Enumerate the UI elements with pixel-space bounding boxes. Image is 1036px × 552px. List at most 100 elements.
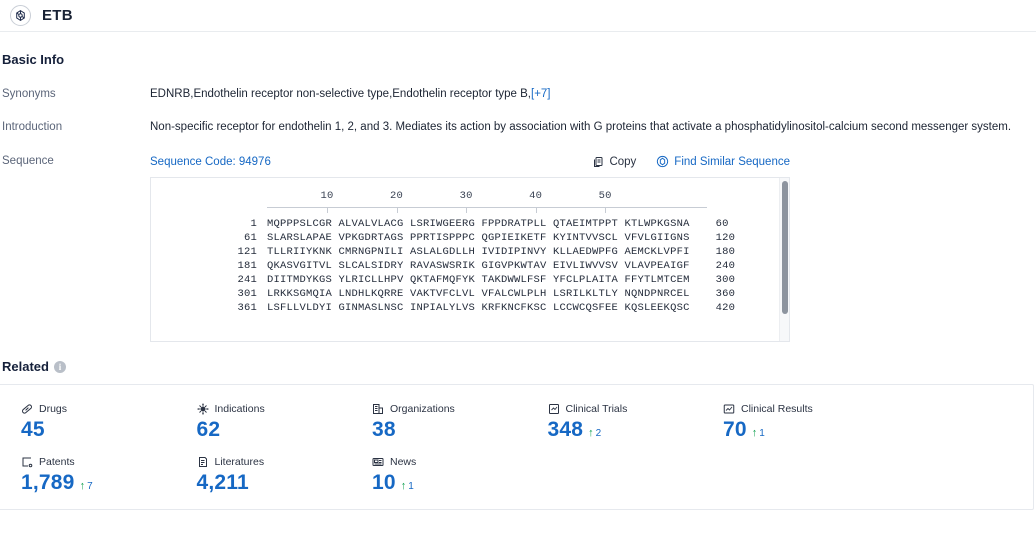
card-value-line: 38 — [372, 418, 526, 442]
card-label: Clinical Results — [741, 403, 813, 415]
synonyms-value: EDNRB,Endothelin receptor non-selective … — [150, 88, 1036, 100]
related-cards: Drugs 45 Indications 62 Organizations 38 Clini… — [0, 384, 1034, 510]
related-card-clinical-trials[interactable]: Clinical Trials 348 ↑ 2 — [526, 397, 702, 450]
sequence-row-start: 61 — [243, 232, 257, 244]
ruler-tick-mark — [327, 208, 329, 213]
row-synonyms: Synonyms EDNRB,Endothelin receptor non-s… — [0, 88, 1036, 100]
find-similar-sequence-label: Find Similar Sequence — [674, 155, 790, 168]
related-card-news[interactable]: News 10 ↑ 1 — [350, 450, 526, 503]
sequence-scrollbar-thumb[interactable] — [782, 181, 788, 314]
ruler-tick-label: 40 — [529, 190, 543, 202]
card-head: Clinical Trials — [548, 403, 702, 415]
related-card-patents[interactable]: Patents 1,789 ↑ 7 — [0, 450, 175, 503]
sequence-row-end: 60 — [715, 218, 729, 230]
ruler-tick-label: 10 — [320, 190, 334, 202]
delta-value: 7 — [87, 481, 93, 492]
sequence-row-start: 301 — [237, 288, 257, 300]
card-value: 45 — [21, 418, 45, 441]
sequence-row-start: 241 — [237, 274, 257, 286]
related-card-indications[interactable]: Indications 62 — [175, 397, 351, 450]
find-similar-sequence-button[interactable]: Find Similar Sequence — [656, 155, 790, 168]
related-heading-text: Related — [2, 359, 49, 374]
sequence-row-end: 120 — [715, 232, 736, 244]
sequence-row-end: 240 — [715, 260, 736, 272]
page-title: ETB — [42, 7, 73, 24]
news-icon — [372, 456, 384, 468]
row-sequence: Sequence Sequence Code: 94976 Copy Find … — [0, 155, 1036, 342]
sequence-row-residues: QKASVGITVL SLCALSIDRY RAVASWSRIK GIGVPKW… — [267, 260, 690, 272]
sequence-row-end: 180 — [715, 246, 736, 258]
delta-up-arrow-icon: ↑ — [588, 427, 594, 439]
card-label: Indications — [214, 403, 265, 415]
pill-icon — [21, 403, 33, 415]
card-label: Clinical Trials — [565, 403, 628, 415]
sequence-code: Sequence Code: 94976 — [150, 155, 271, 168]
sequence-row-residues: TLLRIIYKNK CMRNGPNILI ASLALGDLLH IVIDIPI… — [267, 246, 690, 258]
ruler-tick-mark — [535, 208, 537, 213]
related-heading: Related i — [0, 342, 1036, 374]
clinical-result-icon — [723, 403, 735, 415]
sequence-actions: Copy Find Similar Sequence — [592, 155, 790, 168]
target-crosshair-icon — [10, 5, 31, 26]
copy-button[interactable]: Copy — [592, 156, 636, 168]
ruler-tick-mark — [605, 208, 607, 213]
copy-label: Copy — [609, 155, 637, 168]
related-card-drugs[interactable]: Drugs 45 — [0, 397, 175, 450]
introduction-value: Non-specific receptor for endothelin 1, … — [150, 121, 1012, 133]
sequence-label: Sequence — [2, 155, 54, 167]
sequence-row: 181 QKASVGITVL SLCALSIDRY RAVASWSRIK GIGV… — [151, 260, 789, 272]
row-introduction: Introduction Non-specific receptor for e… — [0, 121, 1036, 133]
virus-icon — [196, 403, 209, 415]
sequence-rows: 1 MQPPPSLCGR ALVALVLACG LSRIWGEERG FPPDRA… — [151, 218, 789, 314]
ruler-tick-label: 50 — [598, 190, 612, 202]
sequence-row-start: 121 — [237, 246, 257, 258]
introduction-label: Introduction — [2, 121, 63, 133]
ruler-tick-label: 20 — [390, 190, 404, 202]
sequence-row: 121 TLLRIIYKNK CMRNGPNILI ASLALGDLLH IVID… — [151, 246, 789, 258]
card-label: Literatures — [214, 456, 265, 468]
ruler-tick-label: 30 — [459, 190, 473, 202]
card-head: Drugs — [21, 403, 175, 415]
copy-icon — [592, 156, 604, 168]
card-value-line: 70 ↑ 1 — [723, 418, 877, 442]
organization-icon — [372, 403, 384, 415]
card-head: News — [372, 456, 526, 468]
card-value: 1,789 — [21, 471, 75, 494]
related-card-literatures[interactable]: Literatures 4,211 — [175, 450, 351, 503]
sequence-toolbar: Sequence Code: 94976 Copy Find Similar S… — [150, 155, 790, 168]
card-value-line: 10 ↑ 1 — [372, 471, 526, 495]
ruler-tick-mark — [466, 208, 468, 213]
sequence-row: 241 DIITMDYKGS YLRICLLHPV QKTAFMQFYK TAKD… — [151, 274, 789, 286]
delta-up-arrow-icon: ↑ — [400, 480, 407, 492]
sequence-row-end: 300 — [715, 274, 736, 286]
delta-value: 2 — [595, 428, 602, 439]
card-value: 4,211 — [196, 471, 249, 494]
card-value: 38 — [372, 418, 396, 441]
find-similar-sequence-icon — [656, 155, 669, 168]
sequence-row-residues: SLARSLAPAE VPKGDRTAGS PPRTISPPPC QGPIEIK… — [267, 232, 690, 244]
card-value: 348 — [547, 418, 584, 441]
related-card-organizations[interactable]: Organizations 38 — [350, 397, 526, 450]
sequence-row: 61 SLARSLAPAE VPKGDRTAGS PPRTISPPPC QGPIE… — [151, 232, 789, 244]
synonyms-more-link[interactable]: [+7] — [531, 88, 551, 100]
card-label: Organizations — [390, 403, 455, 415]
card-value-line: 45 — [21, 418, 175, 442]
card-delta: ↑ 7 — [80, 481, 93, 493]
patent-icon — [21, 456, 33, 468]
card-head: Organizations — [372, 403, 526, 415]
sequence-row: 361 LSFLLVLDYI GINMASLNSC INPIALYLVS KRFK… — [151, 302, 789, 314]
card-value-line: 348 ↑ 2 — [548, 418, 702, 442]
card-label: News — [390, 456, 417, 468]
sequence-viewer[interactable]: 10 20 30 40 50 1 MQPPPSLCGR ALVALVLACG LSRIWG… — [150, 177, 790, 342]
app-header: ETB — [0, 0, 1036, 32]
sequence-row-start: 1 — [250, 218, 257, 230]
sequence-row-start: 361 — [237, 302, 257, 314]
related-card-clinical-results[interactable]: Clinical Results 70 ↑ 1 — [701, 397, 877, 450]
sequence-scrollbar-track[interactable] — [779, 178, 789, 341]
sequence-content: 10 20 30 40 50 1 MQPPPSLCGR ALVALVLACG LSRIWG… — [151, 178, 789, 314]
card-value: 10 — [372, 471, 396, 494]
sequence-row: 301 LRKKSGMQIA LNDHLKQRRE VAKTVFCLVL VFAL… — [151, 288, 789, 300]
sequence-row: 1 MQPPPSLCGR ALVALVLACG LSRIWGEERG FPPDRA… — [151, 218, 789, 230]
literature-icon — [197, 456, 209, 468]
info-icon[interactable]: i — [53, 360, 66, 373]
